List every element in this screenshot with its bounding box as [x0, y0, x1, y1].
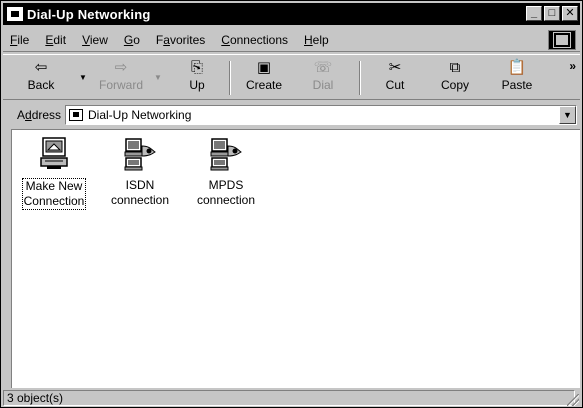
make-new-connection-label: Make New Connection	[21, 178, 87, 210]
menu-edit[interactable]: Edit	[38, 33, 75, 47]
window-title: Dial-Up Networking	[27, 6, 151, 22]
mpds-connection-label: MPDS connection	[196, 178, 256, 208]
address-label-rest: dress	[31, 108, 62, 122]
address-dropdown-button[interactable]: ▼	[559, 106, 576, 124]
create-label: Create	[245, 78, 283, 92]
item-label-line: connection	[110, 193, 170, 207]
menu-go-mnemonic: G	[123, 32, 134, 47]
up-label: Up	[189, 78, 205, 92]
menu-help[interactable]: Help	[297, 33, 338, 47]
toolbar-more-chevron-icon[interactable]: »	[569, 59, 576, 73]
forward-dropdown-icon[interactable]: ▼	[154, 73, 162, 82]
menu-help-label: elp	[312, 32, 329, 47]
copy-icon: ⧉	[449, 59, 461, 76]
make-new-connection-item[interactable]: Make New Connection	[12, 136, 96, 210]
scissors-icon: ✂	[388, 59, 402, 76]
address-value[interactable]: Dial-Up Networking	[88, 108, 191, 122]
forward-label: Forward	[98, 78, 143, 92]
item-label-line: Connection	[23, 194, 85, 208]
menu-view[interactable]: View	[75, 33, 117, 47]
toolbar-separator	[229, 61, 231, 95]
standard-toolbar: ⇦ Back ▼ ⇨ Forward ▼ ⎘ Up ▣ Create ☏ Dia…	[3, 54, 580, 100]
address-bar: Address Dial-Up Networking ▼	[3, 103, 580, 127]
dial-label: Dial	[312, 78, 334, 92]
menu-help-mnemonic: H	[304, 32, 313, 47]
item-label-line: connection	[196, 193, 256, 207]
item-label-line: MPDS	[208, 178, 244, 192]
menu-file-label: ile	[17, 32, 30, 47]
make-new-connection-icon	[40, 137, 68, 169]
dial-button[interactable]: ☏ Dial	[295, 58, 351, 98]
mpds-connection-item[interactable]: MPDS connection	[184, 136, 268, 208]
copy-label: Copy	[440, 78, 469, 92]
up-folder-icon: ⎘	[190, 59, 203, 76]
back-label: Back	[27, 78, 55, 92]
address-combobox[interactable]: Dial-Up Networking ▼	[65, 105, 577, 125]
menu-view-label: iew	[89, 32, 108, 47]
address-label: Address	[3, 108, 65, 122]
back-arrow-icon: ⇦	[34, 59, 48, 76]
maximize-button[interactable]: □	[544, 6, 560, 21]
menu-connections-mnemonic: C	[221, 32, 230, 47]
menu-file[interactable]: File	[3, 33, 38, 47]
menu-favorites-label: vorites	[169, 32, 206, 47]
cut-button[interactable]: ✂ Cut	[367, 58, 423, 98]
isdn-connection-label: ISDN connection	[110, 178, 170, 208]
title-bar[interactable]: Dial-Up Networking _ □ ✕	[3, 3, 580, 25]
back-button[interactable]: ⇦ Back	[13, 58, 69, 98]
menu-go[interactable]: Go	[117, 33, 149, 47]
paste-label: Paste	[501, 78, 533, 92]
create-connection-icon: ▣	[256, 59, 272, 76]
dialup-connection-icon	[210, 138, 242, 171]
menu-connections[interactable]: Connections	[214, 33, 297, 47]
isdn-connection-item[interactable]: ISDN connection	[98, 136, 182, 208]
forward-button[interactable]: ⇨ Forward	[93, 58, 149, 98]
window-controls: _ □ ✕	[526, 6, 578, 21]
menu-view-mnemonic: V	[82, 32, 90, 47]
folder-content-pane[interactable]: Make New Connection ISDN connection MPDS…	[11, 129, 580, 388]
item-label-line: ISDN	[125, 178, 155, 192]
dialup-networking-window: Dial-Up Networking _ □ ✕ File Edit View …	[0, 0, 583, 408]
address-label-prefix: A	[17, 108, 26, 122]
item-label-line: Make New	[25, 179, 83, 193]
menu-bar: File Edit View Go Favorites Connections …	[3, 28, 580, 52]
menu-go-label: o	[133, 32, 140, 47]
windows-logo-icon	[548, 30, 576, 50]
status-bar: 3 object(s)	[3, 389, 580, 407]
forward-arrow-icon: ⇨	[114, 59, 128, 76]
dialup-folder-icon	[69, 109, 83, 121]
back-dropdown-icon[interactable]: ▼	[79, 73, 87, 82]
address-label-mnemonic: d	[25, 108, 32, 122]
status-object-count: 3 object(s)	[3, 390, 575, 406]
dial-phone-icon: ☏	[313, 59, 333, 76]
menu-connections-label: onnections	[229, 32, 288, 47]
minimize-button[interactable]: _	[526, 6, 542, 21]
create-button[interactable]: ▣ Create	[236, 58, 292, 98]
dialup-folder-icon	[7, 7, 23, 21]
paste-button[interactable]: 📋 Paste	[489, 58, 545, 98]
paste-clipboard-icon: 📋	[507, 59, 527, 76]
copy-button[interactable]: ⧉ Copy	[427, 58, 483, 98]
menu-favorites[interactable]: Favorites	[149, 33, 214, 47]
dialup-connection-icon	[124, 138, 156, 171]
close-button[interactable]: ✕	[562, 6, 578, 21]
menu-edit-label: dit	[53, 32, 67, 47]
up-button[interactable]: ⎘ Up	[169, 58, 225, 98]
cut-label: Cut	[385, 78, 405, 92]
toolbar-separator	[359, 61, 361, 95]
menu-favorites-mnemonic: a	[163, 32, 170, 47]
resize-grip-icon[interactable]	[567, 394, 579, 406]
